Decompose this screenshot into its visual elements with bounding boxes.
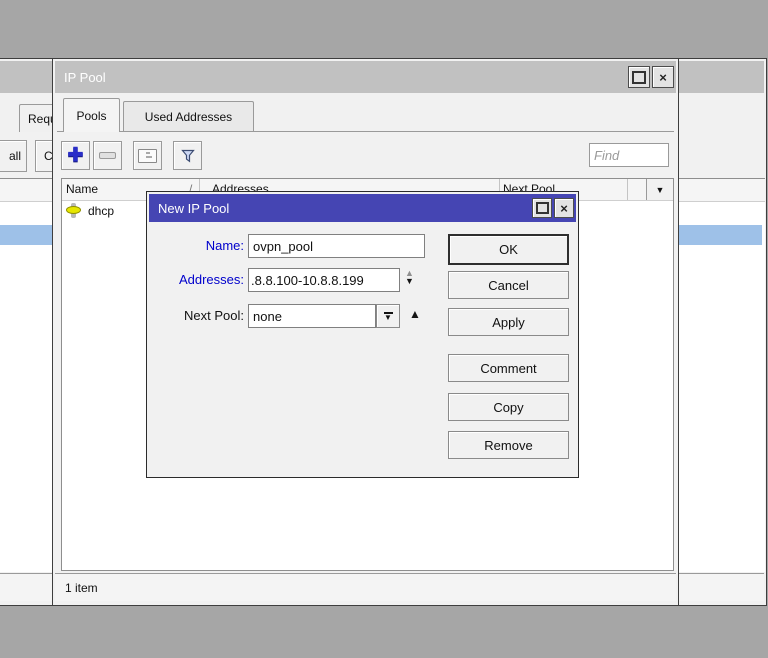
filter-button[interactable] [173,141,202,170]
minus-icon [99,152,116,159]
dialog-close-button[interactable]: × [554,198,574,218]
apply-button[interactable]: Apply [448,308,569,336]
collapse-up-icon[interactable]: ▲ [409,308,421,320]
ippool-statusbar: 1 item [55,573,676,601]
close-button[interactable]: × [652,66,674,88]
spinner-down-icon[interactable]: ▼ [405,277,414,285]
dialog-titlebar[interactable]: New IP Pool [149,194,576,222]
tab-used-addresses[interactable]: Used Addresses [123,101,254,132]
column-select-icon: ▼ [656,185,665,195]
name-input[interactable] [248,234,425,258]
copy-button[interactable]: Copy [448,393,569,421]
comment-button[interactable] [133,141,162,170]
apply-label: Apply [492,315,525,330]
button-all-label: all [9,149,21,163]
add-button[interactable]: ✚ [61,141,90,170]
desktop: Reque all C IP Pool × Pools U [0,0,768,658]
column-separator[interactable] [627,179,628,200]
tab-pools[interactable]: Pools [63,98,120,132]
maximize-icon [632,71,646,84]
tab-pools-label: Pools [76,109,106,123]
dialog-title: New IP Pool [158,201,229,216]
plus-icon: ✚ [68,146,84,165]
remove-button[interactable]: Remove [448,431,569,459]
new-ip-pool-dialog: New IP Pool × Name: Addresses: ▲ ▼ Next … [146,191,579,478]
dropdown-icon: ▼ [384,312,393,321]
next-pool-input[interactable] [248,304,376,328]
ippool-titlebar[interactable]: IP Pool [55,61,676,93]
ippool-title: IP Pool [64,70,106,85]
remove-entry-button[interactable] [93,141,122,170]
name-label: Name: [155,238,244,253]
column-select-button[interactable]: ▼ [646,179,673,200]
addresses-label: Addresses: [155,272,244,287]
pool-name-cell: dhcp [88,204,114,218]
next-pool-label: Next Pool: [155,308,244,323]
item-count: 1 item [65,581,98,595]
ok-button[interactable]: OK [448,234,569,265]
ip-pool-icon [66,203,82,218]
addresses-input[interactable] [248,268,400,292]
comment-dialog-button[interactable]: Comment [448,354,569,382]
dialog-close-icon: × [560,202,568,215]
copy-label: Copy [493,400,523,415]
button-all-partial[interactable]: all [0,140,27,172]
cancel-label: Cancel [488,278,528,293]
find-input[interactable] [589,143,669,167]
filter-funnel-icon [180,148,196,164]
tab-used-addresses-label: Used Addresses [145,110,232,124]
close-icon: × [659,71,667,84]
remove-label: Remove [484,438,532,453]
comment-label: Comment [480,361,536,376]
cancel-button[interactable]: Cancel [448,271,569,299]
ok-label: OK [499,242,518,257]
addresses-spinner[interactable]: ▲ ▼ [405,269,414,285]
dialog-maximize-icon [536,202,549,214]
tabs-underline [57,131,674,132]
next-pool-dropdown-button[interactable]: ▼ [376,304,400,328]
dialog-maximize-button[interactable] [532,198,552,218]
maximize-button[interactable] [628,66,650,88]
comment-icon [138,149,157,163]
column-name[interactable]: Name [66,182,98,196]
